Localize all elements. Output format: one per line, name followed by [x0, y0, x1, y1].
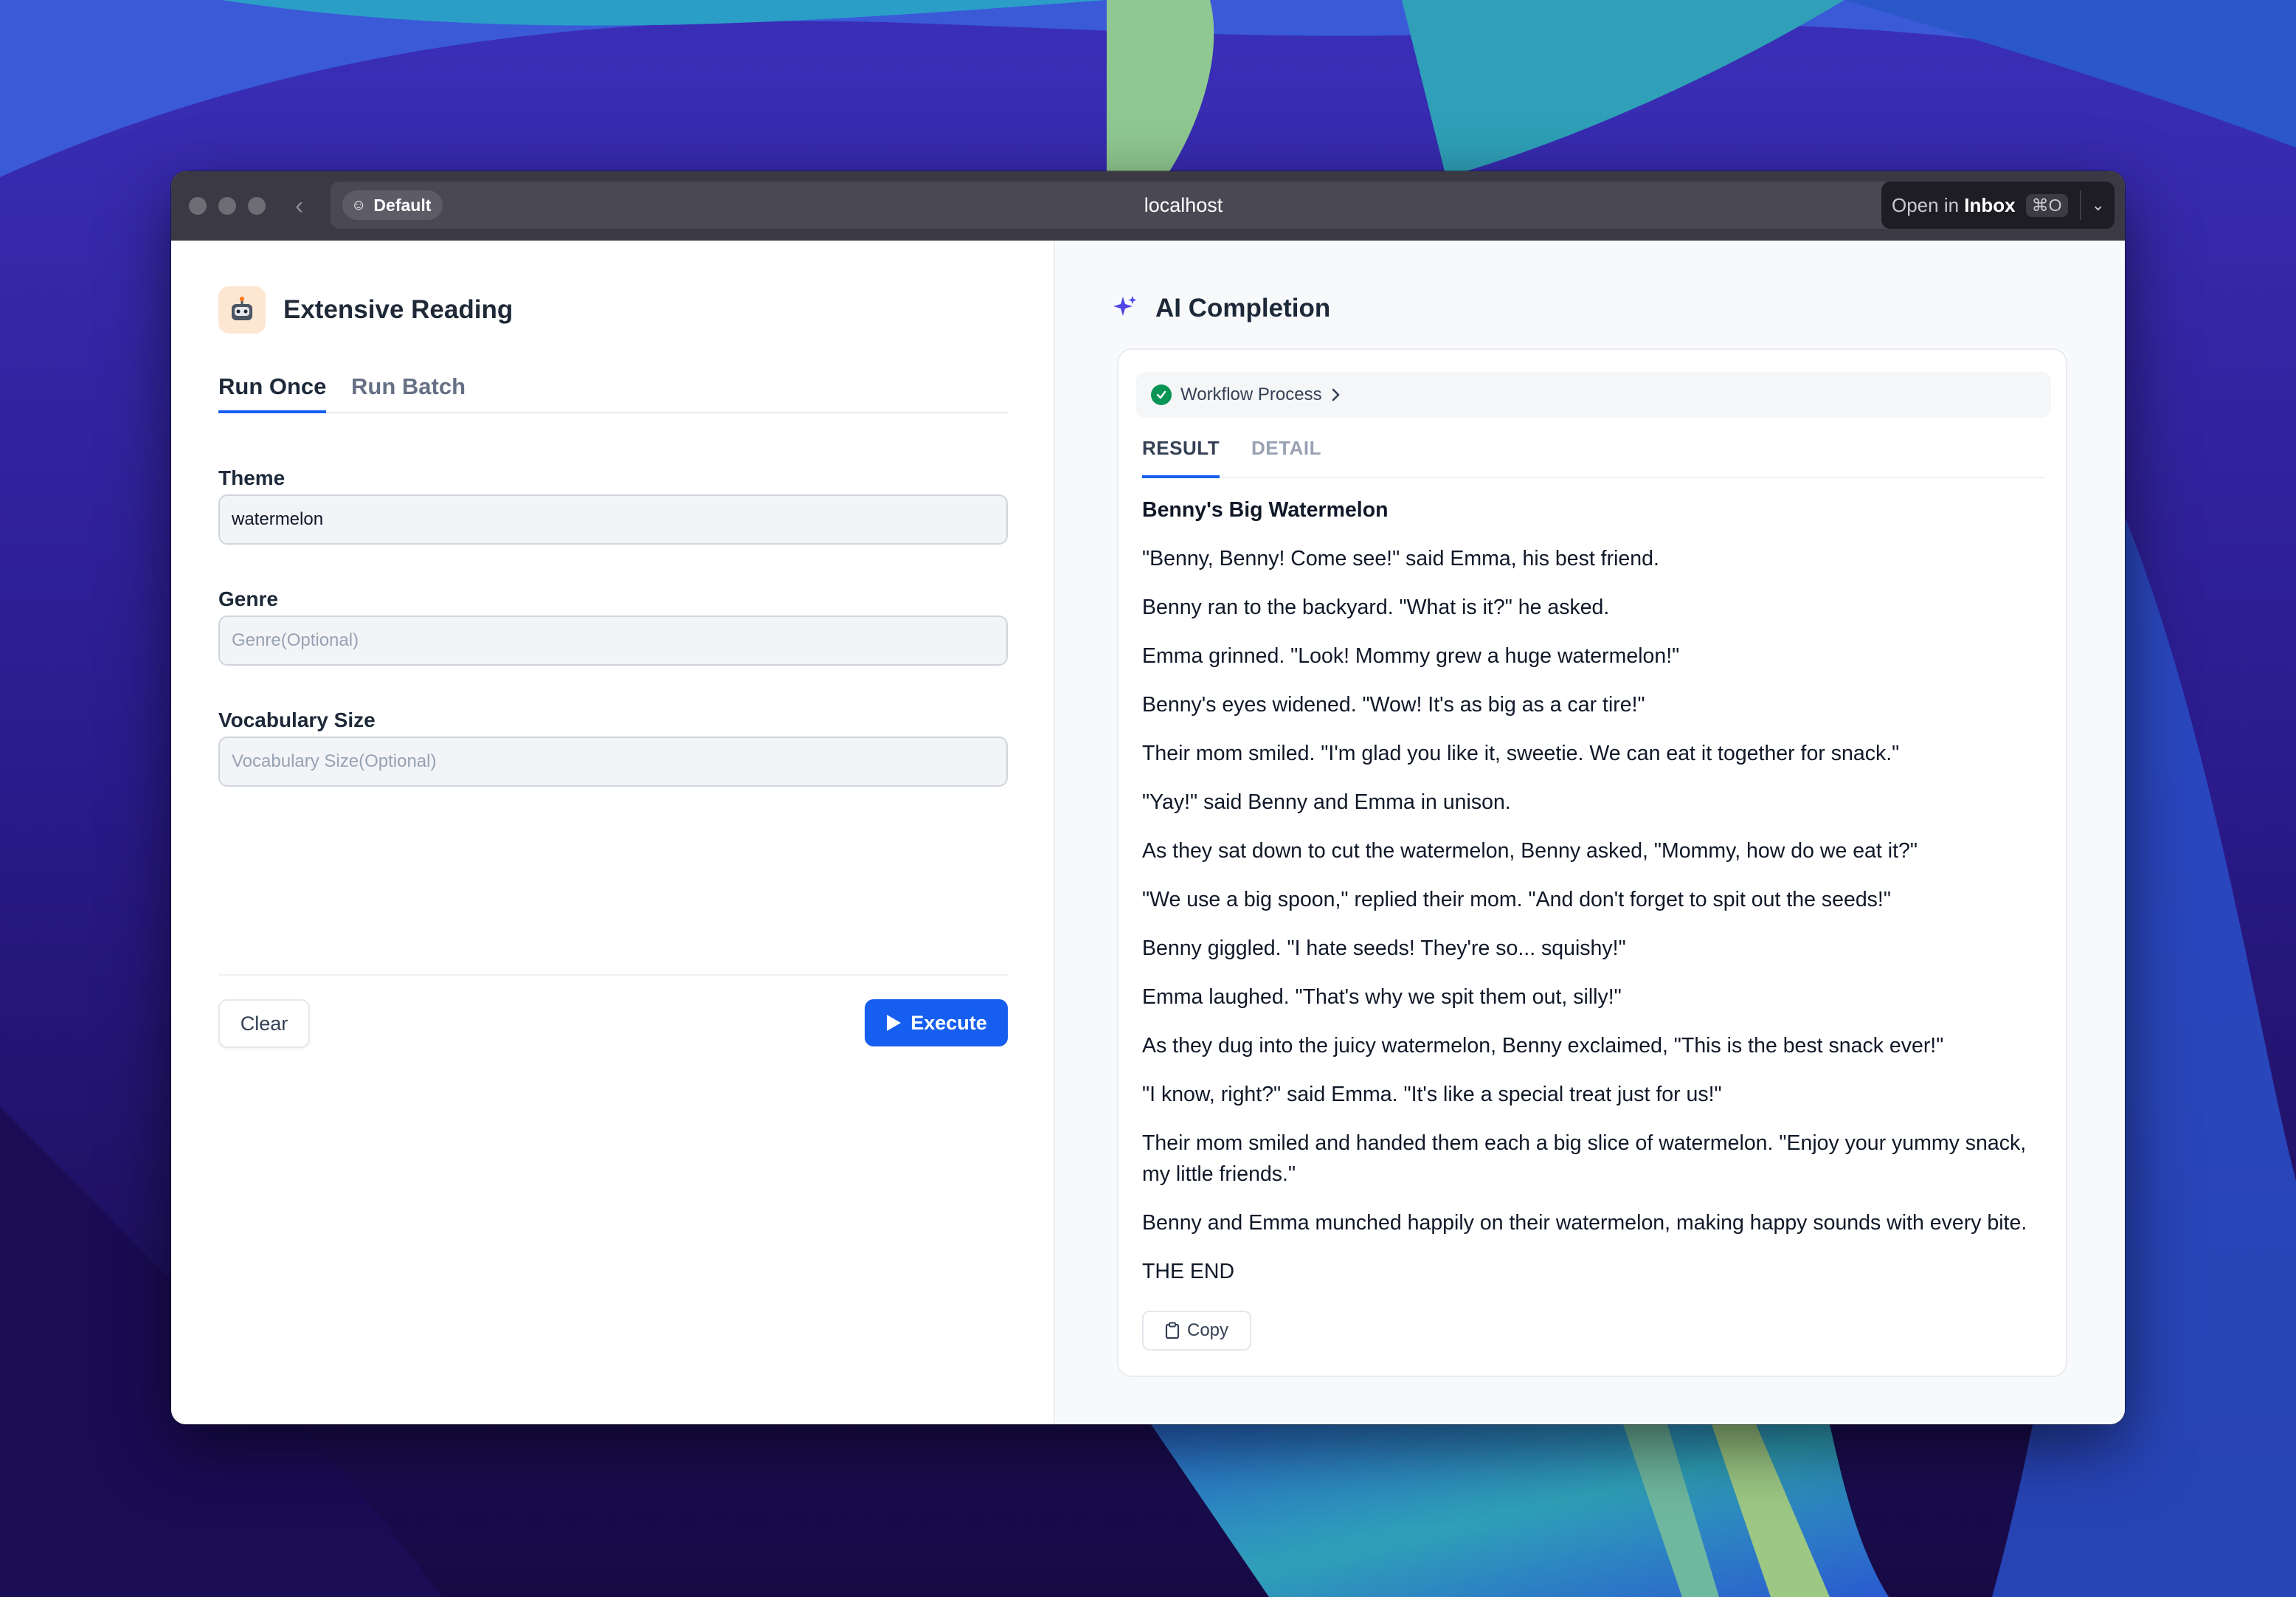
clipboard-icon — [1165, 1322, 1180, 1339]
story-paragraph: Benny and Emma munched happily on their … — [1142, 1211, 2027, 1235]
story-paragraph: "Benny, Benny! Come see!" said Emma, his… — [1142, 547, 1659, 570]
minimize-window-button[interactable] — [218, 197, 236, 215]
theme-label: Theme — [218, 466, 286, 489]
input-panel: Extensive Reading Run Once Run Batch The… — [171, 241, 1054, 1424]
close-window-button[interactable] — [189, 197, 207, 215]
profile-chip[interactable]: ☺ Default — [342, 190, 443, 220]
ai-completion-title: AI Completion — [1155, 294, 1331, 322]
back-arrow-icon[interactable]: ‹ — [295, 193, 303, 218]
story-paragraph: Emma laughed. "That's why we spit them o… — [1142, 985, 1622, 1009]
chevron-right-icon — [1332, 388, 1340, 401]
vocabulary-size-input[interactable]: Vocabulary Size(Optional) — [218, 737, 1008, 787]
result-tabs: RESULT DETAIL — [1142, 437, 2045, 478]
tab-run-batch[interactable]: Run Batch — [351, 373, 466, 413]
form-divider — [218, 974, 1008, 976]
profile-face-icon: ☺ — [351, 196, 367, 213]
url-text: localhost — [1144, 194, 1223, 216]
story-output: Benny's Big Watermelon "Benny, Benny! Co… — [1142, 494, 2054, 1305]
story-paragraph: Emma grinned. "Look! Mommy grew a huge w… — [1142, 644, 1680, 668]
story-paragraph: Benny's eyes widened. "Wow! It's as big … — [1142, 693, 1645, 717]
open-in-prefix: Open in — [1892, 193, 1965, 216]
address-bar[interactable]: ☺ Default localhost — [331, 182, 2036, 229]
output-panel: AI Completion Workflow Process RESULT DE… — [1054, 241, 2125, 1424]
open-in-inbox-button[interactable]: Open in Inbox ⌘O ⌄ — [1881, 182, 2115, 229]
story-paragraph: Benny giggled. "I hate seeds! They're so… — [1142, 937, 1626, 960]
open-in-shortcut: ⌘O — [2025, 193, 2068, 217]
tab-result[interactable]: RESULT — [1142, 437, 1220, 478]
browser-titlebar: ‹ ☺ Default localhost Open in Inbox ⌘O ⌄ — [171, 171, 2125, 241]
tab-detail[interactable]: DETAIL — [1251, 437, 1321, 478]
page-content: Extensive Reading Run Once Run Batch The… — [171, 241, 2125, 1424]
profile-label: Default — [373, 195, 432, 215]
play-icon — [887, 1015, 902, 1031]
copy-button[interactable]: Copy — [1142, 1311, 1251, 1351]
open-in-divider — [2079, 190, 2081, 220]
story-paragraph: THE END — [1142, 1260, 1235, 1283]
story-paragraph: "We use a big spoon," replied their mom.… — [1142, 888, 1891, 911]
browser-window: ‹ ☺ Default localhost Open in Inbox ⌘O ⌄… — [171, 171, 2125, 1424]
story-paragraph: "I know, right?" said Emma. "It's like a… — [1142, 1083, 1722, 1106]
result-card: Workflow Process RESULT DETAIL Benny's B… — [1117, 348, 2067, 1377]
sparkle-icon — [1113, 296, 1137, 316]
theme-input[interactable]: watermelon — [218, 494, 1008, 545]
copy-label: Copy — [1186, 1320, 1229, 1340]
story-paragraph: As they sat down to cut the watermelon, … — [1142, 839, 1918, 863]
workflow-process-label: Workflow Process — [1180, 384, 1322, 404]
open-in-label: Open in Inbox — [1892, 194, 2016, 217]
execute-label: Execute — [910, 1011, 987, 1034]
zoom-window-button[interactable] — [248, 197, 266, 215]
run-mode-tabs: Run Once Run Batch — [218, 373, 1008, 413]
check-circle-icon — [1151, 384, 1172, 405]
story-paragraph: Benny ran to the backyard. "What is it?"… — [1142, 596, 1610, 619]
robot-icon — [218, 286, 266, 334]
genre-label: Genre — [218, 587, 278, 610]
chevron-down-icon[interactable]: ⌄ — [2092, 196, 2105, 215]
open-in-app: Inbox — [1964, 193, 2016, 216]
window-controls — [189, 197, 266, 215]
story-paragraph: As they dug into the juicy watermelon, B… — [1142, 1034, 1944, 1058]
app-title: Extensive Reading — [283, 295, 514, 324]
story-paragraph: Their mom smiled. "I'm glad you like it,… — [1142, 742, 1900, 765]
story-title: Benny's Big Watermelon — [1142, 498, 1389, 522]
story-paragraph: "Yay!" said Benny and Emma in unison. — [1142, 790, 1511, 814]
story-paragraph: Their mom smiled and handed them each a … — [1142, 1131, 2027, 1186]
vocabulary-size-label: Vocabulary Size — [218, 708, 376, 731]
execute-button[interactable]: Execute — [865, 999, 1008, 1046]
genre-input[interactable]: Genre(Optional) — [218, 615, 1008, 666]
workflow-process-toggle[interactable]: Workflow Process — [1136, 372, 2051, 418]
clear-button[interactable]: Clear — [218, 999, 310, 1048]
tab-run-once[interactable]: Run Once — [218, 373, 327, 413]
